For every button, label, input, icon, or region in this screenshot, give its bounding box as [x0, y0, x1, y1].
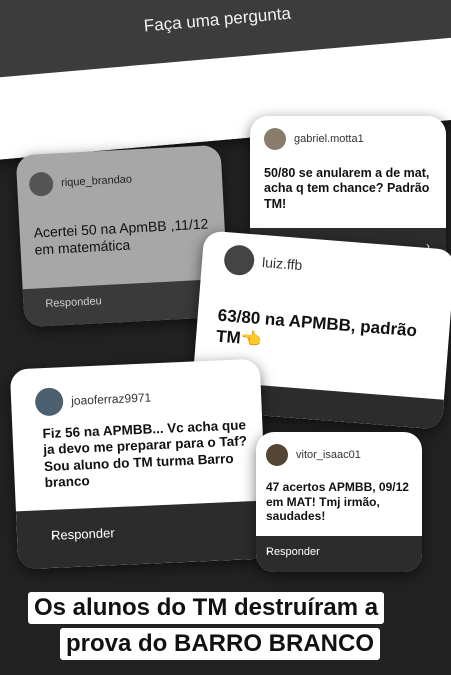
card-message: Acertei 50 na ApmBB ,11/12 em matemática	[33, 215, 209, 258]
response-card-rique[interactable]: rique_brandao Acertei 50 na ApmBB ,11/12…	[15, 144, 230, 328]
chevron-right-icon[interactable]: ›	[266, 546, 410, 558]
response-card-vitor[interactable]: vitor_isaac01 47 acertos APMBB, 09/12 em…	[256, 432, 422, 572]
avatar	[28, 171, 54, 197]
answered-label: Respondeu	[45, 295, 102, 311]
username: vitor_isaac01	[296, 449, 361, 461]
card-user: rique_brandao	[28, 167, 133, 197]
avatar	[223, 244, 256, 277]
caption-line-2: prova do BARRO BRANCO	[60, 628, 381, 660]
card-user: luiz.ffb	[223, 244, 303, 280]
card-user: joaoferraz9971	[34, 383, 152, 417]
username: gabriel.motta1	[294, 133, 364, 145]
avatar	[264, 128, 286, 150]
card-message: 63/80 na APMBB, padrão TM👈	[215, 306, 438, 365]
username: rique_brandao	[60, 173, 133, 190]
reply-button[interactable]: Responder ›	[15, 500, 269, 570]
avatar	[34, 387, 64, 417]
card-message: 50/80 se anularem a de mat, acha q tem c…	[264, 166, 430, 211]
username: joaoferraz9971	[70, 390, 152, 408]
reply-button[interactable]: Responder ›	[256, 536, 422, 572]
username: luiz.ffb	[261, 254, 303, 274]
card-user: vitor_isaac01	[266, 444, 361, 466]
caption-line-1: Os alunos do TM destruíram a	[28, 592, 385, 624]
card-message: Fiz 56 na APMBB... Vc acha que ja devo m…	[42, 417, 248, 491]
card-user: gabriel.motta1	[264, 128, 364, 150]
chevron-right-icon[interactable]: ›	[51, 519, 245, 543]
pointing-hand-emoji-icon: 👈	[239, 328, 263, 349]
response-card-joao[interactable]: joaoferraz9971 Fiz 56 na APMBB... Vc ach…	[9, 358, 269, 570]
card-message: 47 acertos APMBB, 09/12 em MAT! Tmj irmã…	[266, 480, 409, 524]
avatar	[266, 444, 288, 466]
